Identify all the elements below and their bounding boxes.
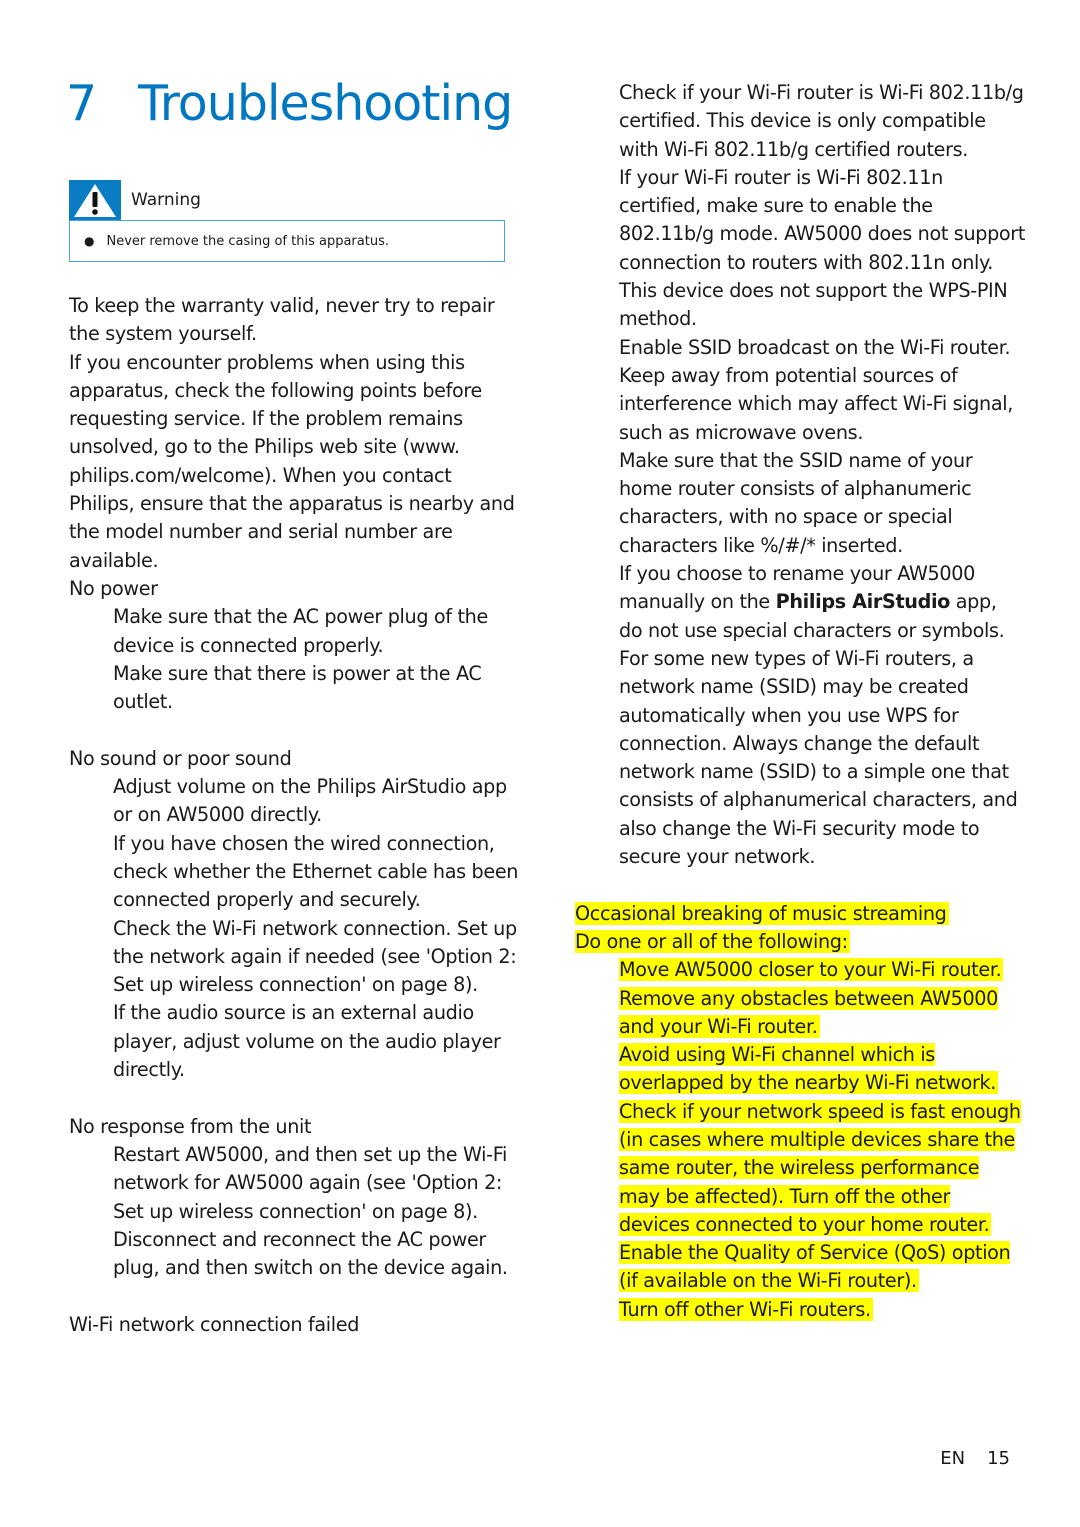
list-item: Enable the Quality of Service (QoS) opti… [619, 1241, 1011, 1293]
section-heading-wifi-failed: Wi-Fi network connection failed [69, 1312, 360, 1336]
list-item: Remove any obstacles between AW5000 and … [619, 986, 999, 1038]
bullet-icon: ● [84, 234, 95, 248]
list-item: This device does not support the WPS-PIN… [619, 279, 1008, 331]
intro-paragraph: If you encounter problems when using thi… [69, 350, 515, 572]
list-item: If you have chosen the wired connection,… [113, 831, 519, 912]
section-heading-streaming: Occasional breaking of music streaming [575, 901, 949, 925]
section-heading-no-sound: No sound or poor sound [69, 746, 292, 770]
section-heading-no-response: No response from the unit [69, 1114, 312, 1138]
page-footer: EN 15 [940, 1448, 1010, 1469]
intro-paragraph: To keep the warranty valid, never try to… [69, 294, 495, 346]
list-item: Keep away from potential sources of inte… [619, 363, 1013, 444]
list-item: Move AW5000 closer to your Wi-Fi router. [619, 958, 1004, 982]
section-heading-no-power: No power [69, 576, 158, 600]
list-item: Make sure that there is power at the AC … [113, 661, 482, 714]
list-item: Disconnect and reconnect the AC power pl… [113, 1227, 508, 1280]
page-number: 15 [987, 1448, 1010, 1469]
list-item: Restart AW5000, and then set up the Wi-F… [113, 1142, 507, 1223]
page-title: 7 Troubleshooting [66, 74, 513, 134]
warning-label: Warning [131, 190, 201, 210]
list-item: If you choose to rename your AW5000 manu… [619, 562, 1005, 642]
list-item: Make sure that the SSID name of your hom… [619, 448, 973, 557]
list-item: For some new types of Wi-Fi routers, a n… [619, 646, 1018, 869]
left-column: To keep the warranty valid, never try to… [69, 292, 519, 1339]
list-item: Avoid using Wi-Fi channel which is overl… [619, 1043, 999, 1095]
list-item: Check the Wi-Fi network connection. Set … [113, 916, 517, 997]
section-subheading: Do one or all of the following: [575, 929, 850, 953]
warning-header: Warning [69, 180, 201, 220]
warning-box: ● Never remove the casing of this appara… [69, 220, 505, 262]
app-name: Philips AirStudio [775, 590, 951, 614]
chapter-number: 7 [66, 75, 97, 132]
chapter-title: Troubleshooting [138, 75, 513, 132]
list-item: Adjust volume on the Philips AirStudio a… [113, 775, 507, 827]
list-item: Make sure that the AC power plug of the … [113, 605, 488, 657]
right-column: Check if your Wi-Fi router is Wi-Fi 802.… [575, 79, 1025, 1324]
language-code: EN [940, 1448, 966, 1469]
list-item: Turn off other Wi-Fi routers. [619, 1297, 873, 1321]
warning-triangle-icon [69, 180, 121, 220]
list-item: If your Wi-Fi router is Wi-Fi 802.11n ce… [619, 165, 1026, 274]
list-item: Enable SSID broadcast on the Wi-Fi route… [619, 335, 1011, 359]
list-item: Check if your Wi-Fi router is Wi-Fi 802.… [619, 81, 1024, 161]
list-item: If the audio source is an external audio… [113, 1001, 501, 1082]
warning-item: Never remove the casing of this apparatu… [106, 233, 389, 249]
list-item: Check if your network speed is fast enou… [619, 1099, 1021, 1236]
